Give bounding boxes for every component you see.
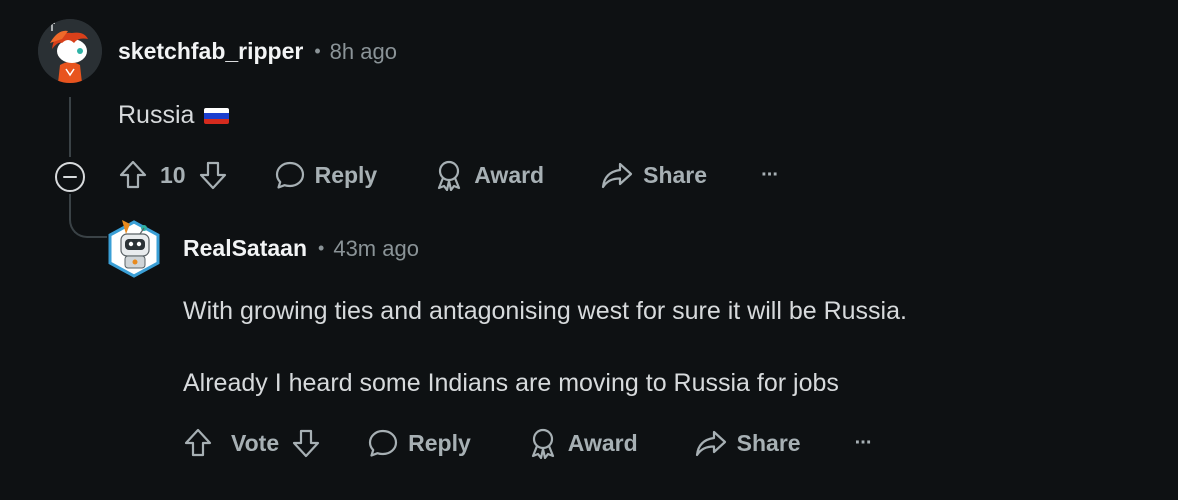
thread-line: [69, 97, 71, 157]
arrow-up-icon: [119, 160, 147, 189]
reply-timestamp[interactable]: 43m ago: [333, 236, 419, 262]
reply-label: Reply: [314, 161, 378, 188]
award-ribbon-icon: [531, 428, 554, 459]
share-button[interactable]: Share: [600, 159, 707, 191]
avatar[interactable]: [38, 19, 102, 83]
downvote-button[interactable]: [291, 427, 321, 459]
comment-username[interactable]: sketchfab_ripper: [118, 38, 303, 65]
award-ribbon-icon: [438, 160, 461, 191]
comment-body: Russia: [118, 101, 230, 130]
share-arrow-icon: [695, 430, 726, 457]
comment-action-bar: 10 Reply Award Share ···: [118, 159, 779, 191]
collapse-icon: [55, 162, 85, 192]
more-options-button[interactable]: ···: [854, 431, 873, 455]
share-label: Share: [736, 429, 801, 456]
arrow-down-icon: [199, 161, 226, 190]
reply-username[interactable]: RealSataan: [183, 235, 307, 262]
comment-timestamp[interactable]: 8h ago: [330, 39, 397, 65]
arrow-down-icon: [293, 429, 320, 458]
more-options-button[interactable]: ···: [761, 163, 779, 187]
reply-label: Reply: [408, 429, 471, 456]
vote-score: 10: [160, 161, 186, 188]
vote-label: Vote: [231, 429, 280, 456]
speech-bubble-icon: [275, 161, 304, 189]
reply-meta: RealSataan • 43m ago: [183, 235, 419, 262]
award-label: Award: [567, 429, 638, 456]
more-icon: ···: [761, 163, 779, 186]
reply-avatar[interactable]: [104, 214, 164, 280]
russia-flag-icon: [204, 108, 230, 124]
snoo-avatar-icon: [38, 19, 102, 83]
award-button[interactable]: Award: [527, 427, 638, 459]
reply-body-line-2: Already I heard some Indians are moving …: [183, 369, 839, 397]
meta-separator: •: [318, 238, 325, 258]
comment-thread: sketchfab_ripper • 8h ago Russia 10 Repl…: [0, 0, 1178, 500]
reply-button[interactable]: Reply: [274, 159, 378, 191]
snoo-robot-avatar-icon: [108, 220, 160, 278]
reply-body-line-1: With growing ties and antagonising west …: [183, 297, 907, 325]
comment-meta: sketchfab_ripper • 8h ago: [118, 38, 397, 65]
share-button[interactable]: Share: [694, 427, 801, 459]
more-icon: ···: [854, 431, 873, 454]
award-label: Award: [474, 161, 545, 188]
meta-separator: •: [314, 41, 321, 61]
share-arrow-icon: [602, 162, 633, 189]
arrow-up-icon: [184, 428, 212, 457]
reply-action-bar: Vote Reply Award Share ···: [183, 427, 873, 459]
share-label: Share: [643, 161, 708, 188]
award-button[interactable]: Award: [433, 159, 544, 191]
downvote-button[interactable]: [198, 159, 228, 191]
upvote-button[interactable]: [183, 427, 213, 459]
speech-bubble-icon: [369, 429, 398, 457]
collapse-thread-button[interactable]: [54, 161, 86, 193]
comment-body-text: Russia: [118, 101, 195, 129]
reply-button[interactable]: Reply: [367, 427, 471, 459]
upvote-button[interactable]: [118, 159, 148, 191]
thread-connector: [69, 194, 107, 238]
